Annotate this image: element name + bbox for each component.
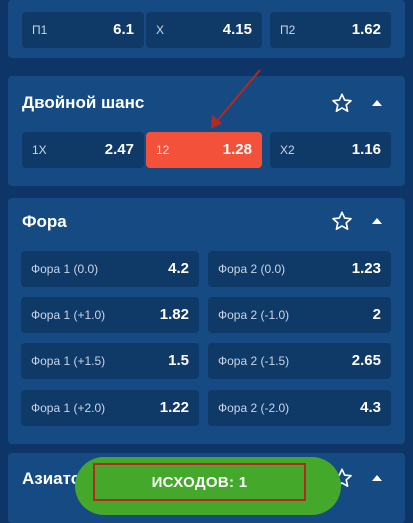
odds-label: Фора 1 (0.0): [31, 262, 99, 276]
odds-label: Фора 1 (+2.0): [31, 401, 106, 415]
odds-cell-handicap[interactable]: Фора 1 (+1.5) 1.5: [21, 343, 199, 379]
odds-cell-handicap[interactable]: Фора 2 (-1.0) 2: [208, 297, 391, 333]
odds-value: 2.65: [351, 352, 381, 369]
handicap-card: Фора Фора 1 (0.0) 4.2 Фора 2 (0.0) 1.23 …: [8, 198, 405, 444]
odds-cell-handicap[interactable]: Фора 1 (+1.0) 1.82: [21, 297, 199, 333]
chevron-up-icon[interactable]: [369, 470, 385, 486]
odds-cell-handicap[interactable]: Фора 1 (0.0) 4.2: [21, 251, 199, 287]
odds-label: Фора 1 (+1.5): [31, 354, 106, 368]
odds-value: 4.3: [360, 399, 381, 416]
odds-value: 4.2: [168, 260, 189, 277]
odds-value: 1.82: [159, 306, 189, 323]
odds-cell-handicap[interactable]: Фора 1 (+2.0) 1.22: [21, 390, 199, 426]
odds-cell-handicap[interactable]: Фора 2 (-2.0) 4.3: [208, 390, 391, 426]
odds-label: Фора 2 (0.0): [218, 262, 286, 276]
bet-slip-label: ИСХОДОВ: 1: [93, 463, 306, 501]
odds-value: 1.23: [351, 260, 381, 277]
odds-value: 1.22: [159, 399, 189, 416]
card-title: Азиатс: [22, 469, 81, 488]
odds-label: Фора 2 (-1.0): [218, 308, 290, 322]
card-title: Фора: [22, 212, 67, 231]
odds-value: 2: [372, 306, 381, 323]
odds-label: Фора 2 (-1.5): [218, 354, 290, 368]
odds-cell-handicap[interactable]: Фора 2 (-1.5) 2.65: [208, 343, 391, 379]
chevron-up-icon[interactable]: [369, 213, 385, 229]
odds-value: 1.5: [168, 352, 189, 369]
bet-slip-button[interactable]: ИСХОДОВ: 1: [75, 457, 341, 515]
odds-cell-handicap[interactable]: Фора 2 (0.0) 1.23: [208, 251, 391, 287]
odds-label: Фора 2 (-2.0): [218, 401, 290, 415]
odds-label: Фора 1 (+1.0): [31, 308, 106, 322]
star-icon[interactable]: [331, 210, 353, 232]
